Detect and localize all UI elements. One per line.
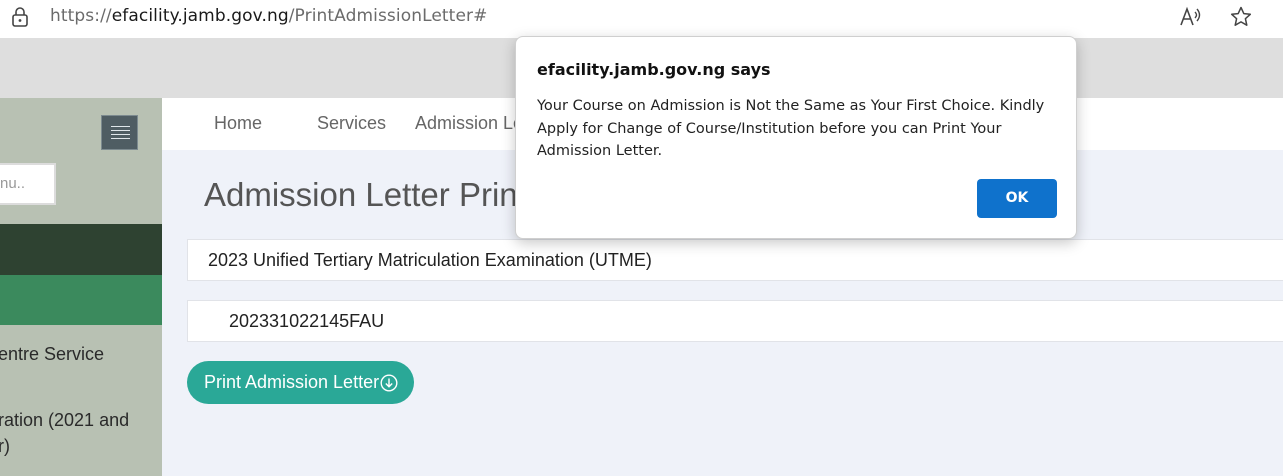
- favorite-star-icon[interactable]: [1229, 5, 1253, 29]
- page-title: Admission Letter Print: [204, 176, 527, 213]
- sidebar-search-input[interactable]: nu..: [0, 163, 56, 205]
- ok-button[interactable]: OK: [977, 179, 1057, 218]
- print-admission-letter-button[interactable]: Print Admission Letter: [187, 361, 414, 404]
- sidebar-section-dark: [0, 224, 162, 275]
- read-aloud-icon[interactable]: [1178, 5, 1204, 29]
- sidebar: nu.. entre Service ration (2021 and r): [0, 98, 162, 476]
- url-path: /PrintAdmissionLetter#: [288, 6, 488, 26]
- lock-icon[interactable]: [10, 6, 30, 28]
- address-url[interactable]: https://efacility.jamb.gov.ng/PrintAdmis…: [50, 6, 487, 26]
- exam-type-field[interactable]: 2023 Unified Tertiary Matriculation Exam…: [187, 239, 1283, 281]
- sidebar-item-registration-cont[interactable]: r): [0, 433, 10, 459]
- nav-services[interactable]: Services: [317, 113, 386, 134]
- download-circle-icon: [380, 374, 398, 392]
- dialog-title: efacility.jamb.gov.ng says: [537, 60, 771, 79]
- nav-home[interactable]: Home: [214, 113, 262, 134]
- hamburger-menu-icon[interactable]: [101, 115, 138, 150]
- browser-address-bar: https://efacility.jamb.gov.ng/PrintAdmis…: [0, 0, 1283, 38]
- sidebar-item-centre-service[interactable]: entre Service: [0, 341, 104, 367]
- alert-dialog: efacility.jamb.gov.ng says Your Course o…: [515, 36, 1077, 239]
- sidebar-item-registration[interactable]: ration (2021 and: [0, 407, 129, 433]
- url-domain: efacility.jamb.gov.ng: [111, 6, 289, 26]
- registration-number-field[interactable]: 202331022145FAU: [187, 300, 1283, 342]
- dialog-message: Your Course on Admission is Not the Same…: [537, 98, 1045, 159]
- sidebar-section-green[interactable]: [0, 275, 162, 325]
- print-button-label: Print Admission Letter: [204, 372, 380, 392]
- url-prefix: https://: [50, 6, 112, 26]
- nav-admission[interactable]: Admission Le: [415, 113, 523, 134]
